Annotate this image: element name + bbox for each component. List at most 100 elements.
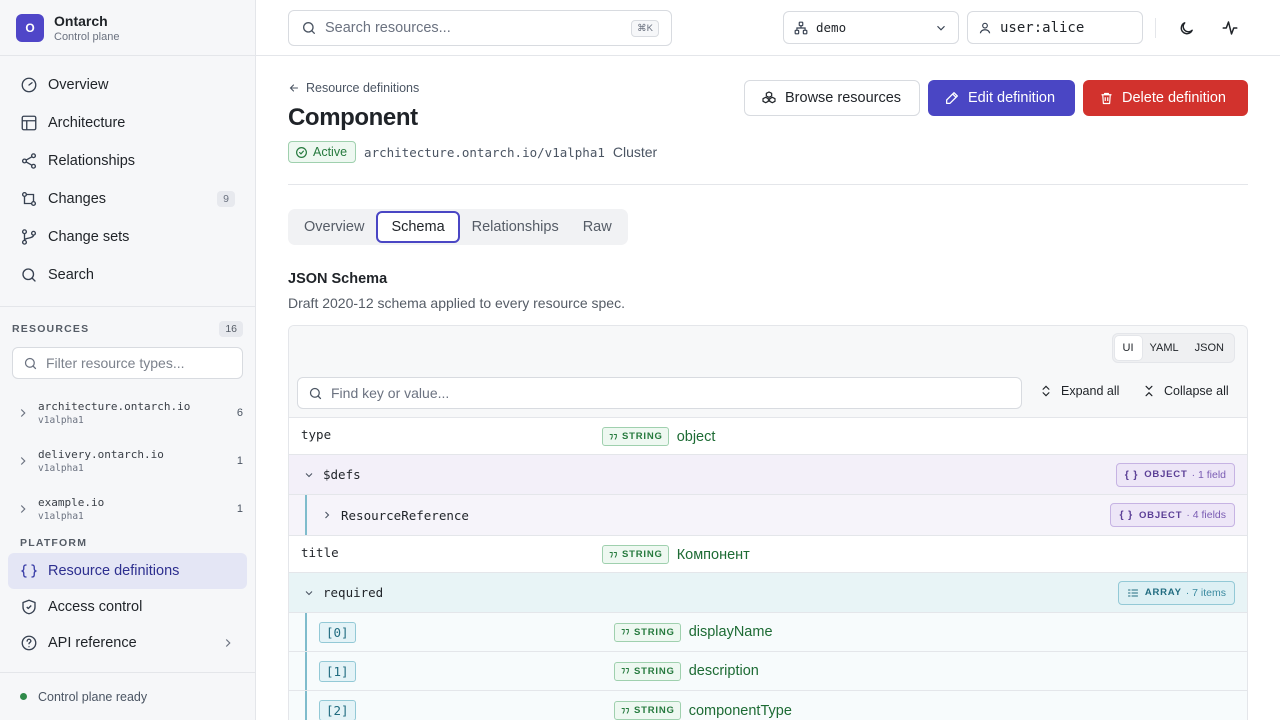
scope-label: Cluster — [612, 144, 658, 160]
view-mode-yaml[interactable]: YAML — [1142, 336, 1187, 360]
nav-item-api-reference[interactable]: API reference — [8, 625, 247, 661]
page-actions: Browse resources Edit definition Delete … — [744, 80, 1248, 116]
environment-select[interactable]: demo — [783, 11, 959, 44]
collapse-all-button[interactable]: Collapse all — [1142, 384, 1229, 398]
nav-item-resource-definitions[interactable]: Resource definitions — [8, 553, 247, 589]
type-badge-string: STRING — [614, 661, 681, 681]
browse-resources-label: Browse resources — [785, 90, 902, 106]
resources-heading: RESOURCES 16 — [0, 307, 255, 337]
global-search-input[interactable] — [325, 20, 632, 36]
search-icon — [303, 22, 315, 34]
braces-icon — [20, 564, 38, 578]
view-mode-json[interactable]: JSON — [1187, 336, 1232, 360]
activity-icon — [1222, 21, 1238, 35]
schema-value-cell: STRING componentType — [614, 701, 792, 720]
nav-item-label: Change sets — [48, 229, 130, 245]
schema-key: title — [301, 545, 339, 560]
type-label: STRING — [634, 626, 675, 638]
type-badge-array: ARRAY · 7 items — [1117, 580, 1235, 605]
git-compare-icon — [21, 191, 37, 207]
chevron-down-icon — [305, 590, 313, 595]
schema-find-input[interactable] — [331, 385, 1011, 401]
global-search-field[interactable]: ⌘K — [288, 10, 672, 46]
search-icon — [22, 268, 36, 282]
resource-group-count: 1 — [236, 503, 243, 515]
breadcrumb-label: Resource definitions — [306, 81, 420, 95]
schema-value: Компонент — [676, 546, 750, 563]
delete-definition-label: Delete definition — [1122, 90, 1226, 106]
array-index: [1] — [319, 660, 356, 682]
nesting-guide — [305, 691, 307, 720]
schema-panel: UI YAML JSON Expand all Collapse all typ… — [288, 325, 1248, 720]
schema-row-resource-reference[interactable]: ResourceReference { } OBJECT · 4 fields — [289, 495, 1247, 536]
nav-item-changes[interactable]: Changes 9 — [8, 180, 247, 218]
schema-array-item[interactable]: [2] STRING componentType — [289, 691, 1247, 720]
view-mode-switch: UI YAML JSON — [1111, 333, 1235, 363]
api-version: architecture.ontarch.io/v1alpha1 — [364, 144, 605, 160]
resource-group-architecture[interactable]: architecture.ontarch.io v1alpha1 6 — [0, 389, 255, 437]
brand[interactable]: O Ontarch Control plane — [0, 0, 255, 56]
tab-raw[interactable]: Raw — [571, 211, 624, 243]
resource-group-version: v1alpha1 — [38, 415, 84, 426]
environment-value: demo — [816, 20, 847, 35]
resource-filter-input[interactable] — [46, 355, 226, 371]
collapse-all-label: Collapse all — [1164, 384, 1229, 398]
field-count: · 4 fields — [1186, 509, 1226, 521]
quote-icon — [621, 668, 629, 674]
schema-row-title[interactable]: title STRING Компонент — [289, 536, 1247, 573]
schema-value-cell: STRING object — [602, 427, 715, 446]
schema-row-defs[interactable]: $defs { } OBJECT · 1 field — [289, 455, 1247, 495]
browse-resources-button[interactable]: Browse resources — [744, 80, 920, 116]
resource-group-delivery[interactable]: delivery.ontarch.io v1alpha1 1 — [0, 437, 255, 485]
git-branch-icon — [21, 229, 37, 245]
nav-item-access-control[interactable]: Access control — [8, 589, 247, 625]
delete-definition-button[interactable]: Delete definition — [1083, 80, 1248, 116]
schema-value: description — [688, 663, 759, 679]
layout-icon — [21, 115, 37, 131]
view-mode-ui[interactable]: UI — [1114, 336, 1142, 360]
schema-key: $defs — [323, 467, 361, 482]
resource-filter-field[interactable] — [12, 347, 243, 379]
chevron-right-icon — [225, 639, 231, 647]
schema-array-item[interactable]: [0] STRING displayName — [289, 613, 1247, 652]
main-nav: Overview Architecture Relationships Chan… — [0, 56, 255, 294]
schema-array-item[interactable]: [1] STRING description — [289, 652, 1247, 691]
nav-item-relationships[interactable]: Relationships — [8, 142, 247, 180]
nav-item-overview[interactable]: Overview — [8, 66, 247, 104]
type-badge-string: STRING — [614, 701, 681, 720]
theme-toggle-button[interactable] — [1174, 16, 1198, 40]
chevron-down-icon — [305, 472, 313, 477]
edit-definition-button[interactable]: Edit definition — [928, 80, 1075, 116]
nav-item-label: API reference — [48, 635, 137, 651]
item-count: · 7 items — [1185, 586, 1226, 599]
type-label: OBJECT — [1138, 509, 1183, 521]
resource-group-version: v1alpha1 — [38, 463, 84, 474]
changes-count-badge: 9 — [217, 191, 235, 207]
array-index: [2] — [319, 700, 356, 720]
schema-value: displayName — [688, 624, 773, 640]
topbar: ⌘K demo user:alice — [256, 0, 1280, 56]
tab-relationships[interactable]: Relationships — [460, 211, 571, 243]
schema-row-type[interactable]: type STRING object — [289, 418, 1247, 455]
resource-group-version: v1alpha1 — [38, 511, 84, 522]
breadcrumb-back-link[interactable]: Resource definitions — [288, 81, 419, 95]
tab-overview[interactable]: Overview — [292, 211, 376, 243]
chevron-right-icon — [20, 457, 26, 465]
schema-toolbar: UI YAML JSON Expand all Collapse all — [289, 326, 1247, 418]
chevron-right-icon — [20, 409, 26, 417]
tab-schema[interactable]: Schema — [376, 211, 460, 243]
type-label: STRING — [622, 549, 663, 560]
nav-item-search[interactable]: Search — [8, 256, 247, 294]
schema-find-field[interactable] — [297, 377, 1022, 409]
resource-group-count: 1 — [236, 455, 243, 467]
nav-item-architecture[interactable]: Architecture — [8, 104, 247, 142]
schema-row-required[interactable]: required ARRAY · 7 items — [289, 573, 1247, 613]
user-field[interactable]: user:alice — [967, 11, 1143, 44]
status-dot — [20, 693, 27, 700]
header-divider — [288, 184, 1248, 185]
activity-button[interactable] — [1218, 16, 1242, 40]
nav-item-change-sets[interactable]: Change sets — [8, 218, 247, 256]
expand-all-button[interactable]: Expand all — [1039, 384, 1119, 398]
resource-group-example[interactable]: example.io v1alpha1 1 — [0, 485, 255, 533]
type-badge-string: STRING — [602, 545, 669, 564]
